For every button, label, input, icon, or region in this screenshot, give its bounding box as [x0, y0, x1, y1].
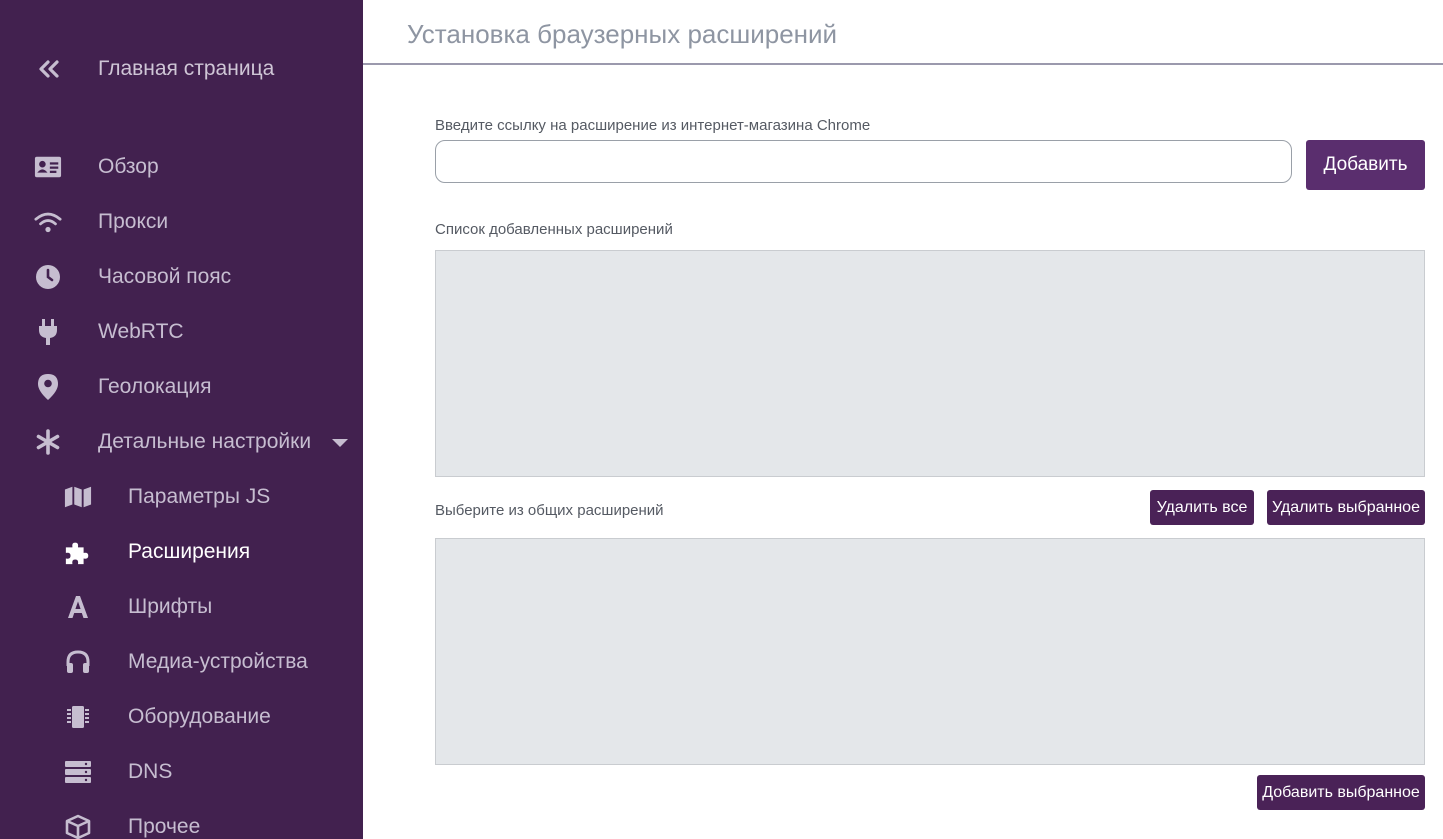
- sidebar-item-fonts[interactable]: Шрифты: [0, 582, 363, 632]
- add-button[interactable]: Добавить: [1306, 140, 1425, 190]
- sidebar: Главная страница Обзор Прокси Часовой по…: [0, 0, 363, 839]
- sidebar-item-geolocation[interactable]: Геолокация: [0, 362, 363, 412]
- common-extensions-list[interactable]: [435, 538, 1425, 765]
- headphones-icon: [64, 648, 92, 676]
- double-chevron-left-icon: [36, 56, 62, 82]
- sidebar-item-label: Часовой пояс: [98, 265, 232, 288]
- sidebar-item-dns[interactable]: DNS: [0, 747, 363, 797]
- extension-url-input[interactable]: [435, 140, 1292, 183]
- sidebar-item-label: Расширения: [128, 540, 251, 563]
- font-icon: [64, 593, 92, 621]
- sidebar-item-timezone[interactable]: Часовой пояс: [0, 252, 363, 302]
- sidebar-item-label: Параметры JS: [128, 485, 271, 508]
- caret-down-icon: [332, 439, 348, 447]
- sidebar-item-other[interactable]: Прочее: [0, 802, 363, 839]
- clock-icon: [34, 263, 62, 291]
- plug-icon: [34, 318, 62, 346]
- home-link[interactable]: Главная страница: [0, 42, 363, 96]
- sidebar-item-js-params[interactable]: Параметры JS: [0, 472, 363, 522]
- microchip-icon: [64, 703, 92, 731]
- sidebar-item-label: Геолокация: [98, 375, 212, 398]
- sidebar-item-label: Прокси: [98, 210, 169, 233]
- puzzle-icon: [64, 538, 92, 566]
- delete-all-button[interactable]: Удалить все: [1150, 490, 1254, 525]
- sidebar-item-proxy[interactable]: Прокси: [0, 197, 363, 247]
- map-icon: [64, 483, 92, 511]
- sidebar-item-overview[interactable]: Обзор: [0, 142, 363, 192]
- sidebar-item-webrtc[interactable]: WebRTC: [0, 307, 363, 357]
- wifi-icon: [34, 208, 62, 236]
- sidebar-item-label: Медиа-устройства: [128, 650, 308, 673]
- sidebar-item-label: Шрифты: [128, 595, 213, 618]
- url-field-label: Введите ссылку на расширение из интернет…: [435, 117, 871, 134]
- page-title: Установка браузерных расширений: [407, 19, 838, 49]
- sidebar-item-hardware[interactable]: Оборудование: [0, 692, 363, 742]
- delete-selected-button[interactable]: Удалить выбранное: [1267, 490, 1425, 525]
- sidebar-item-label: DNS: [128, 760, 173, 783]
- sidebar-item-label: Прочее: [128, 815, 201, 838]
- sidebar-item-advanced[interactable]: Детальные настройки: [0, 417, 363, 467]
- sidebar-item-label: WebRTC: [98, 320, 184, 343]
- sidebar-item-label: Обзор: [98, 155, 159, 178]
- sidebar-item-media-devices[interactable]: Медиа-устройства: [0, 637, 363, 687]
- added-list-label: Список добавленных расширений: [435, 221, 673, 238]
- sidebar-item-extensions[interactable]: Расширения: [0, 527, 363, 577]
- sidebar-item-label: Детальные настройки: [98, 430, 312, 453]
- server-icon: [64, 758, 92, 786]
- id-card-icon: [34, 153, 62, 181]
- cube-icon: [64, 813, 92, 839]
- map-marker-icon: [34, 373, 62, 401]
- page-header: Установка браузерных расширений: [363, 0, 1443, 65]
- sidebar-item-label: Оборудование: [128, 705, 271, 728]
- common-extensions-label: Выберите из общих расширений: [435, 502, 664, 519]
- added-extensions-list[interactable]: [435, 250, 1425, 477]
- home-label: Главная страница: [98, 57, 275, 80]
- asterisk-icon: [34, 428, 62, 456]
- add-selected-button[interactable]: Добавить выбранное: [1257, 775, 1425, 810]
